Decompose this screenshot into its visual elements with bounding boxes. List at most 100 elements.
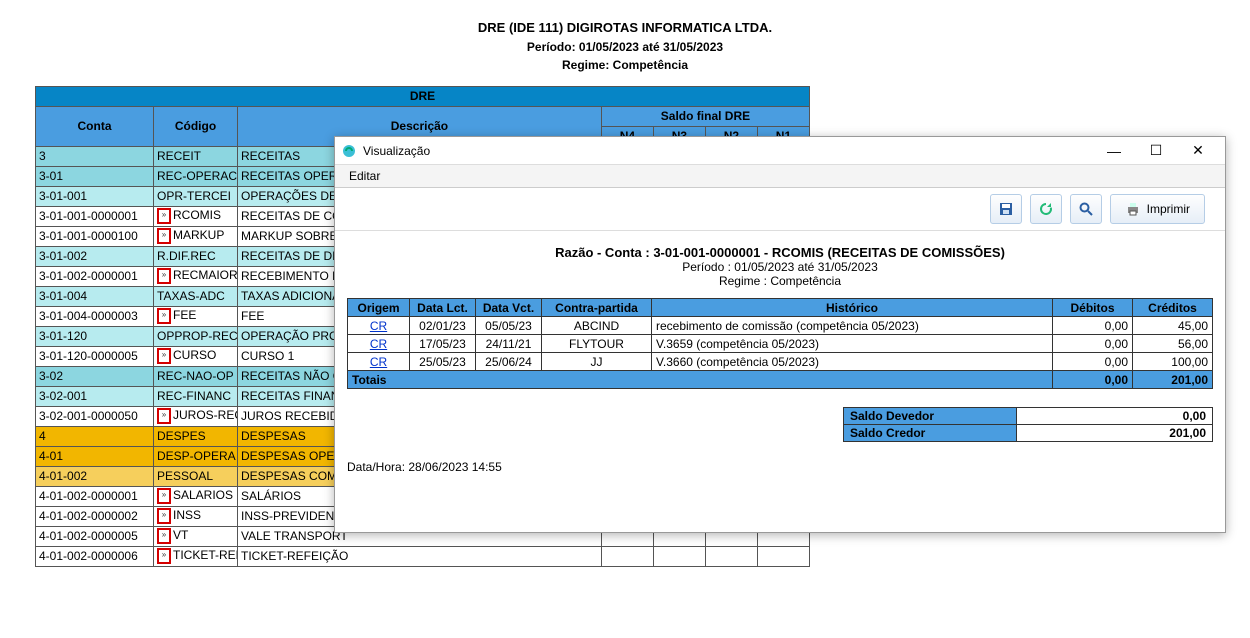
cell-codigo: R.DIF.REC (154, 246, 238, 266)
cell-conta: 3-01-120-0000005 (36, 346, 154, 366)
razao-table: Origem Data Lct. Data Vct. Contra-partid… (347, 298, 1213, 389)
cell-conta: 3-01-004 (36, 286, 154, 306)
dre-row[interactable]: 4-01-002-0000006»TICKET-REFTICKET-REFEIÇ… (36, 546, 810, 566)
cell-conta: 3-01-120 (36, 326, 154, 346)
cell-codigo: »RCOMIS (154, 206, 238, 226)
report-period: Período: 01/05/2023 até 31/05/2023 (0, 38, 1250, 56)
link-marker-icon[interactable]: » (157, 508, 171, 524)
link-marker-icon[interactable]: » (157, 228, 171, 244)
popup-title: Visualização (363, 144, 1093, 158)
razao-row: CR17/05/2324/11/21FLYTOURV.3659 (competê… (348, 335, 1213, 353)
link-marker-icon[interactable]: » (157, 548, 171, 564)
razao-cell: 05/05/23 (476, 317, 542, 335)
razao-cell: V.3660 (competência 05/2023) (652, 353, 1053, 371)
razao-row: CR 02/01/2305/05/23ABCINDrecebimento de c… (348, 317, 1213, 335)
origem-link[interactable]: CR (370, 337, 387, 351)
rz-totais-deb: 0,00 (1053, 371, 1133, 389)
razao-datetime: Data/Hora: 28/06/2023 14:55 (347, 460, 1213, 474)
rz-hdr-contra: Contra-partida (542, 299, 652, 317)
saldo-cred-value: 201,00 (1017, 425, 1213, 442)
cell-codigo: »VT (154, 526, 238, 546)
cell-codigo: REC-OPERAC (154, 166, 238, 186)
razao-period: Período : 01/05/2023 até 31/05/2023 (347, 260, 1213, 274)
link-marker-icon[interactable]: » (157, 308, 171, 324)
hdr-conta: Conta (36, 106, 154, 146)
saldo-dev-label: Saldo Devedor (844, 408, 1017, 425)
cell-conta: 4-01-002-0000005 (36, 526, 154, 546)
razao-cell: ABCIND (542, 317, 652, 335)
cell-codigo: DESP-OPERA (154, 446, 238, 466)
popup-menubar: Editar (335, 165, 1225, 188)
link-marker-icon[interactable]: » (157, 528, 171, 544)
rz-totais-cred: 201,00 (1133, 371, 1213, 389)
cell-codigo: RECEIT (154, 146, 238, 166)
minimize-button[interactable]: — (1093, 139, 1135, 163)
cell-codigo: OPPROP-REC (154, 326, 238, 346)
refresh-icon[interactable] (1030, 194, 1062, 224)
cell-n (653, 546, 705, 566)
link-marker-icon[interactable]: » (157, 488, 171, 504)
save-icon[interactable] (990, 194, 1022, 224)
razao-cell: 45,00 (1133, 317, 1213, 335)
hdr-codigo: Código (154, 106, 238, 146)
razao-cell: JJ (542, 353, 652, 371)
rz-hdr-historico: Histórico (652, 299, 1053, 317)
print-button[interactable]: Imprimir (1110, 194, 1205, 224)
cell-codigo: DESPES (154, 426, 238, 446)
razao-cell: recebimento de comissão (competência 05/… (652, 317, 1053, 335)
cell-conta: 4-01-002-0000002 (36, 506, 154, 526)
link-marker-icon[interactable]: » (157, 208, 171, 224)
dre-title: DRE (36, 86, 810, 106)
cell-codigo: »CURSO (154, 346, 238, 366)
cell-conta: 4-01-002-0000001 (36, 486, 154, 506)
rz-hdr-debitos: Débitos (1053, 299, 1133, 317)
razao-header: Razão - Conta : 3-01-001-0000001 - RCOMI… (347, 245, 1213, 288)
popup-window: Visualização — ☐ ✕ Editar Imprimir Razão… (334, 136, 1226, 533)
cell-codigo: »INSS (154, 506, 238, 526)
razao-cell: FLYTOUR (542, 335, 652, 353)
menu-editar[interactable]: Editar (343, 167, 386, 185)
cell-n (757, 546, 809, 566)
origem-link[interactable]: CR (370, 355, 387, 369)
maximize-button[interactable]: ☐ (1135, 139, 1177, 163)
cell-codigo: »MARKUP (154, 226, 238, 246)
report-header: DRE (IDE 111) DIGIROTAS INFORMATICA LTDA… (0, 0, 1250, 74)
cell-conta: 3-01-004-0000003 (36, 306, 154, 326)
cell-desc: TICKET-REFEIÇÃO (238, 546, 602, 566)
rz-hdr-origem: Origem (348, 299, 410, 317)
cell-codigo: REC-FINANC (154, 386, 238, 406)
cell-conta: 3-02 (36, 366, 154, 386)
close-button[interactable]: ✕ (1177, 139, 1219, 163)
cell-conta: 3-01 (36, 166, 154, 186)
razao-cell: 24/11/21 (476, 335, 542, 353)
cell-conta: 3-02-001 (36, 386, 154, 406)
cell-n (601, 546, 653, 566)
link-marker-icon[interactable]: » (157, 348, 171, 364)
razao-cell: 02/01/23 (410, 317, 476, 335)
cell-conta: 3-01-001-0000001 (36, 206, 154, 226)
link-marker-icon[interactable]: » (157, 268, 171, 284)
saldo-cred-label: Saldo Credor (844, 425, 1017, 442)
cell-codigo: PESSOAL (154, 466, 238, 486)
link-marker-icon[interactable]: » (157, 408, 171, 424)
cell-codigo: »JUROS-REC (154, 406, 238, 426)
razao-cell: 100,00 (1133, 353, 1213, 371)
cell-codigo: »SALARIOS (154, 486, 238, 506)
rz-hdr-datavct: Data Vct. (476, 299, 542, 317)
cell-codigo: »FEE (154, 306, 238, 326)
report-regime: Regime: Competência (0, 56, 1250, 74)
cell-codigo: TAXAS-ADC (154, 286, 238, 306)
saldo-table: Saldo Devedor 0,00 Saldo Credor 201,00 (843, 407, 1213, 442)
razao-cell: 0,00 (1053, 317, 1133, 335)
print-label: Imprimir (1147, 202, 1190, 216)
cell-conta: 3-01-002-0000001 (36, 266, 154, 286)
razao-cell: 25/05/23 (410, 353, 476, 371)
razao-cell: 0,00 (1053, 353, 1133, 371)
razao-cell: 56,00 (1133, 335, 1213, 353)
cell-codigo: »RECMAIOR (154, 266, 238, 286)
cell-conta: 4 (36, 426, 154, 446)
rz-totais-label: Totais (348, 371, 1053, 389)
zoom-icon[interactable] (1070, 194, 1102, 224)
popup-titlebar[interactable]: Visualização — ☐ ✕ (335, 137, 1225, 165)
origem-link[interactable]: CR (370, 319, 387, 333)
